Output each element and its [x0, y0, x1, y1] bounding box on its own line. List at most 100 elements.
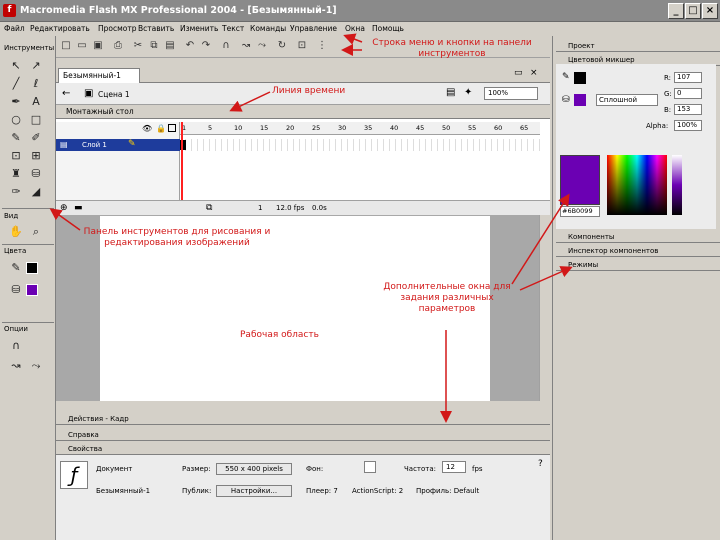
menu-modify[interactable]: Изменить [180, 24, 218, 33]
current-frame: 1 [258, 204, 263, 212]
onion-skin-icon[interactable]: ⧉ [206, 203, 212, 213]
align-icon[interactable]: ⋮ [316, 40, 328, 52]
rotate-icon[interactable]: ↻ [276, 40, 288, 52]
cut-icon[interactable]: ✂ [132, 40, 144, 52]
timeline-header[interactable]: Монтажный стол [56, 105, 550, 119]
open-icon[interactable]: ▭ [76, 40, 88, 52]
properties-panel-bar[interactable]: Свойства [56, 443, 550, 455]
scale-icon[interactable]: ⊡ [296, 40, 308, 52]
stroke-color-icon[interactable]: ✎ [8, 260, 24, 276]
outline-icon[interactable] [168, 124, 176, 132]
paste-icon[interactable]: ▤ [164, 40, 176, 52]
actions-panel-label: Действия - Кадр [68, 415, 129, 423]
menu-commands[interactable]: Команды [250, 24, 286, 33]
straighten-option-icon[interactable]: ⤳ [28, 358, 44, 374]
subselect-tool-icon[interactable]: ↗ [28, 58, 44, 74]
menu-text[interactable]: Текст [222, 24, 244, 33]
snap-magnet-icon[interactable]: ∩ [8, 338, 24, 354]
straighten-icon[interactable]: ⤳ [256, 40, 268, 52]
menu-help[interactable]: Помощь [372, 24, 404, 33]
mixer-fill-swatch[interactable] [574, 94, 586, 106]
bg-color-swatch[interactable] [364, 461, 376, 473]
smooth-option-icon[interactable]: ↝ [8, 358, 24, 374]
free-transform-icon[interactable]: ⊡ [8, 148, 24, 164]
fill-color-icon[interactable]: ⛁ [8, 282, 24, 298]
lasso-tool-icon[interactable]: ℓ [28, 76, 44, 92]
save-icon[interactable]: ▣ [92, 40, 104, 52]
minimize-icon[interactable]: _ [668, 3, 684, 19]
oval-tool-icon[interactable]: ○ [8, 112, 24, 128]
vertical-scrollbar[interactable] [539, 215, 550, 401]
line-tool-icon[interactable]: ╱ [8, 76, 24, 92]
layer-row[interactable]: Слой 1 [56, 139, 180, 151]
document-tab[interactable]: Безымянный-1 [58, 68, 140, 83]
close-icon[interactable]: × [702, 3, 718, 19]
horizontal-scrollbar[interactable] [56, 401, 550, 411]
settings-button[interactable]: Настройки... [216, 485, 292, 497]
pen-tool-icon[interactable]: ✒ [8, 94, 24, 110]
redo-icon[interactable]: ↷ [200, 40, 212, 52]
menu-window[interactable]: Окна [345, 24, 365, 33]
lock-icon[interactable]: 🔒 [156, 124, 166, 133]
paint-bucket-icon[interactable]: ⛁ [28, 166, 44, 182]
restore-doc-icon[interactable]: ▭ [514, 68, 523, 78]
back-arrow-icon[interactable]: ← [62, 88, 70, 99]
r-input[interactable]: 107 [674, 72, 702, 83]
print-icon[interactable]: ⎙ [112, 40, 124, 52]
smooth-icon[interactable]: ↝ [240, 40, 252, 52]
hex-input[interactable]: #6B0099 [560, 206, 600, 217]
hand-tool-icon[interactable]: ✋ [8, 224, 24, 240]
menu-edit[interactable]: Редактировать [30, 24, 90, 33]
eye-icon[interactable]: 👁 [142, 124, 152, 133]
g-input[interactable]: 0 [674, 88, 702, 99]
help-panel-bar[interactable]: Справка [56, 429, 550, 441]
copy-icon[interactable]: ⧉ [148, 40, 160, 52]
zoom-select[interactable]: 100% [484, 87, 538, 100]
add-layer-icon[interactable]: ⊕ [60, 203, 68, 213]
inspector-bar[interactable]: Инспектор компонентов [556, 245, 720, 257]
eraser-icon[interactable]: ◢ [28, 184, 44, 200]
mixer-stroke-swatch[interactable] [574, 72, 586, 84]
alpha-input[interactable]: 100% [674, 120, 702, 131]
menu-file[interactable]: Файл [4, 24, 25, 33]
help-icon[interactable]: ? [538, 459, 543, 469]
menu-insert[interactable]: Вставить [138, 24, 174, 33]
maximize-icon[interactable]: □ [685, 3, 701, 19]
frames-row[interactable] [180, 139, 540, 151]
undo-icon[interactable]: ↶ [184, 40, 196, 52]
text-tool-icon[interactable]: A [28, 94, 44, 110]
eyedropper-icon[interactable]: ✑ [8, 184, 24, 200]
edit-symbol-icon[interactable]: ✦ [464, 87, 472, 98]
behaviors-bar[interactable]: Режимы [556, 259, 720, 271]
scene-label[interactable]: Сцена 1 [98, 90, 130, 99]
current-color-preview [560, 155, 600, 205]
close-doc-icon[interactable]: × [530, 68, 538, 78]
brush-tool-icon[interactable]: ✐ [28, 130, 44, 146]
b-input[interactable]: 153 [674, 104, 702, 115]
rectangle-tool-icon[interactable]: □ [28, 112, 44, 128]
pencil-tool-icon[interactable]: ✎ [8, 130, 24, 146]
edit-scene-icon[interactable]: ▤ [446, 87, 455, 98]
frame-rate-input[interactable]: 12 [442, 461, 466, 473]
frame-number: 65 [520, 124, 529, 132]
stroke-color-swatch[interactable] [26, 262, 38, 274]
fill-color-swatch[interactable] [26, 284, 38, 296]
brightness-slider[interactable] [672, 155, 682, 215]
add-folder-icon[interactable]: ▬ [74, 203, 83, 213]
new-file-icon[interactable]: □ [60, 40, 72, 52]
menu-view[interactable]: Просмотр [98, 24, 137, 33]
actions-panel-bar[interactable]: Действия - Кадр [56, 413, 550, 425]
size-button[interactable]: 550 x 400 pixels [216, 463, 292, 475]
fill-type-select[interactable]: Сплошной [596, 94, 658, 106]
ink-bottle-icon[interactable]: ♜ [8, 166, 24, 182]
fill-transform-icon[interactable]: ⊞ [28, 148, 44, 164]
inspector-label: Инспектор компонентов [568, 247, 659, 255]
arrow-tool-icon[interactable]: ↖ [8, 58, 24, 74]
project-panel-bar[interactable]: Проект [556, 40, 720, 52]
components-bar[interactable]: Компоненты [556, 231, 720, 243]
zoom-tool-icon[interactable]: ⌕ [28, 224, 44, 240]
color-spectrum[interactable] [607, 155, 667, 215]
properties-panel-label: Свойства [68, 445, 103, 453]
snap-icon[interactable]: ∩ [220, 40, 232, 52]
menu-control[interactable]: Управление [290, 24, 337, 33]
